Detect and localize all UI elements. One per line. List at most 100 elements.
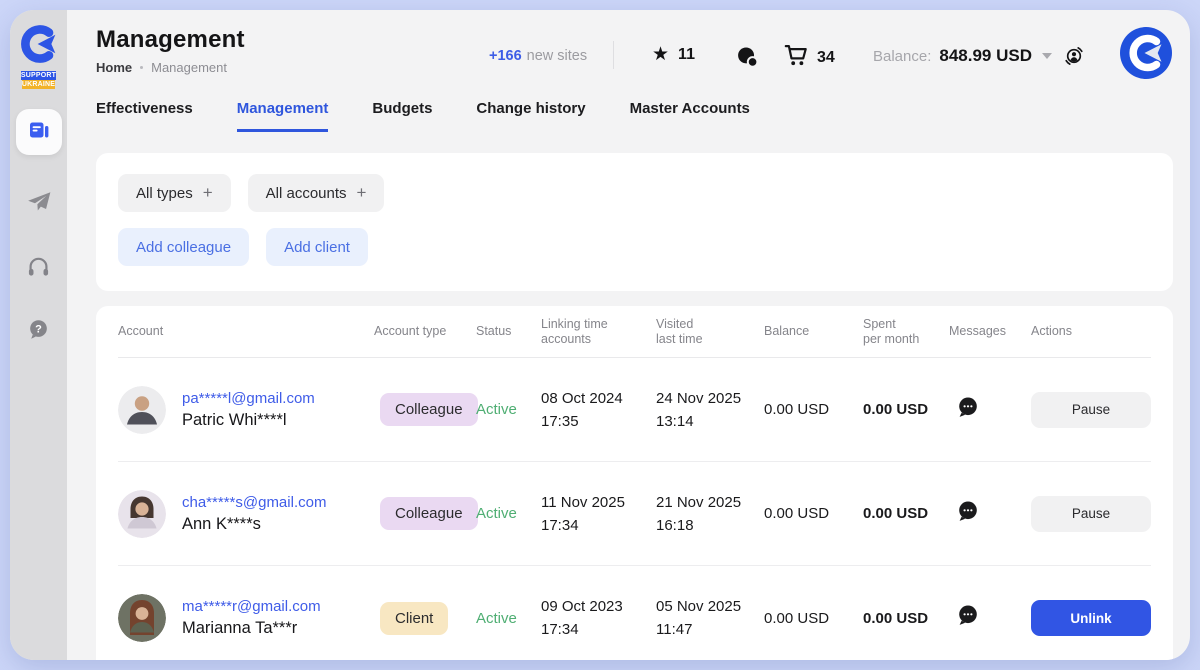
account-type-badge: Colleague <box>380 393 478 426</box>
column-header-visited: Visitedlast time <box>656 317 764 347</box>
linking-time-cell: 08 Oct 202417:35 <box>541 387 656 433</box>
support-ukraine-line2: UKRAINE <box>22 80 55 89</box>
chevron-down-icon <box>1042 53 1052 59</box>
new-sites-link[interactable]: +166 new sites <box>489 48 587 64</box>
linking-time-cell: 09 Oct 202317:34 <box>541 595 656 641</box>
app-logo-icon <box>19 24 59 69</box>
status-label: Active <box>476 505 541 522</box>
column-header-linking-time: Linking timeaccounts <box>541 317 656 347</box>
visited-time-cell: 21 Nov 202516:18 <box>656 491 764 537</box>
svg-text:?: ? <box>35 324 42 336</box>
visited-time-cell: 05 Nov 202511:47 <box>656 595 764 641</box>
plus-icon: + <box>203 183 213 203</box>
unlink-button[interactable]: Unlink <box>1031 600 1151 636</box>
column-header-account: Account <box>118 324 374 339</box>
add-colleague-label: Add colleague <box>136 239 231 256</box>
accounts-table: Account Account type Status Linking time… <box>96 306 1173 660</box>
sidebar-item-management[interactable] <box>16 109 62 155</box>
message-button[interactable] <box>955 499 1031 529</box>
star-icon: ★ <box>652 45 669 64</box>
spent-cell: 0.00 USD <box>863 505 949 522</box>
cart-counter[interactable]: 34 <box>784 44 835 72</box>
pause-button[interactable]: Pause <box>1031 496 1151 532</box>
chats-button[interactable] <box>736 46 759 74</box>
page-title: Management <box>96 26 245 54</box>
message-bubble-icon <box>955 395 981 425</box>
balance-dropdown[interactable]: Balance: 848.99 USD <box>873 46 1052 66</box>
account-email[interactable]: pa*****l@gmail.com <box>182 390 315 407</box>
tab-bar: Effectiveness Management Budgets Change … <box>96 100 1173 132</box>
help-icon: ? <box>27 318 50 346</box>
account-cell: pa*****l@gmail.com Patric Whi****l <box>118 386 374 434</box>
column-header-balance: Balance <box>764 324 863 339</box>
add-colleague-button[interactable]: Add colleague <box>118 228 249 266</box>
table-header-row: Account Account type Status Linking time… <box>118 306 1151 358</box>
spent-cell: 0.00 USD <box>863 610 949 627</box>
avatar <box>118 490 166 538</box>
favorites-counter[interactable]: ★ 11 <box>652 45 695 64</box>
filter-all-types[interactable]: All types + <box>118 174 231 212</box>
header-divider <box>613 41 614 69</box>
plus-icon: + <box>357 183 367 203</box>
account-identity: pa*****l@gmail.com Patric Whi****l <box>182 390 315 430</box>
support-ukraine-line1: SUPPORT <box>21 71 56 80</box>
avatar <box>118 386 166 434</box>
main-content: Management Home Management +166 new site… <box>67 10 1190 660</box>
balance-cell: 0.00 USD <box>764 610 863 627</box>
balance-value: 848.99 USD <box>939 46 1032 66</box>
balance-cell: 0.00 USD <box>764 505 863 522</box>
column-header-account-type: Account type <box>374 324 476 339</box>
message-bubble-icon <box>955 603 981 633</box>
support-ukraine-badge[interactable]: SUPPORT UKRAINE <box>17 71 61 89</box>
column-header-status: Status <box>476 324 541 339</box>
breadcrumb: Home Management <box>96 60 245 75</box>
pause-button[interactable]: Pause <box>1031 392 1151 428</box>
balance-cell: 0.00 USD <box>764 401 863 418</box>
balance-label: Balance: <box>873 48 931 65</box>
sidebar: SUPPORT UKRAINE <box>10 10 67 660</box>
tab-master-accounts[interactable]: Master Accounts <box>630 100 750 132</box>
avatar <box>118 594 166 642</box>
sidebar-logo[interactable]: SUPPORT UKRAINE <box>17 24 61 89</box>
message-button[interactable] <box>955 395 1031 425</box>
account-cell: cha*****s@gmail.com Ann K****s <box>118 490 374 538</box>
account-type-badge: Client <box>380 602 448 635</box>
sidebar-item-send[interactable] <box>26 189 52 220</box>
filter-all-accounts-label: All accounts <box>266 185 347 202</box>
filter-all-accounts[interactable]: All accounts + <box>248 174 385 212</box>
account-identity: ma*****r@gmail.com Marianna Ta***r <box>182 598 321 638</box>
spent-cell: 0.00 USD <box>863 401 949 418</box>
account-name: Marianna Ta***r <box>182 619 321 638</box>
new-sites-label: new sites <box>527 48 587 64</box>
tab-management[interactable]: Management <box>237 100 329 132</box>
breadcrumb-separator <box>140 66 143 69</box>
linking-time-cell: 11 Nov 202517:34 <box>541 491 656 537</box>
account-email[interactable]: cha*****s@gmail.com <box>182 494 326 511</box>
table-row: pa*****l@gmail.com Patric Whi****l Colle… <box>118 358 1151 462</box>
message-bubble-icon <box>955 499 981 529</box>
visited-time-cell: 24 Nov 202513:14 <box>656 387 764 433</box>
message-button[interactable] <box>955 603 1031 633</box>
chat-icon <box>736 46 759 74</box>
breadcrumb-current: Management <box>151 60 227 75</box>
account-name: Ann K****s <box>182 515 326 534</box>
tab-effectiveness[interactable]: Effectiveness <box>96 100 193 132</box>
tab-budgets[interactable]: Budgets <box>372 100 432 132</box>
account-name: Patric Whi****l <box>182 411 315 430</box>
account-cell: ma*****r@gmail.com Marianna Ta***r <box>118 594 374 642</box>
switch-account-button[interactable] <box>1062 44 1086 73</box>
account-email[interactable]: ma*****r@gmail.com <box>182 598 321 615</box>
user-avatar[interactable] <box>1119 26 1173 80</box>
table-row: ma*****r@gmail.com Marianna Ta***r Clien… <box>118 566 1151 660</box>
sidebar-item-support[interactable] <box>26 254 51 284</box>
headphones-icon <box>26 254 51 284</box>
add-client-button[interactable]: Add client <box>266 228 368 266</box>
tab-change-history[interactable]: Change history <box>476 100 585 132</box>
switch-account-icon <box>1062 44 1086 73</box>
column-header-actions: Actions <box>1031 324 1151 339</box>
sidebar-item-help[interactable]: ? <box>27 318 50 346</box>
filter-all-types-label: All types <box>136 185 193 202</box>
new-sites-count: +166 <box>489 48 522 64</box>
page-header: Management Home Management +166 new site… <box>96 10 1173 96</box>
breadcrumb-home[interactable]: Home <box>96 60 132 75</box>
